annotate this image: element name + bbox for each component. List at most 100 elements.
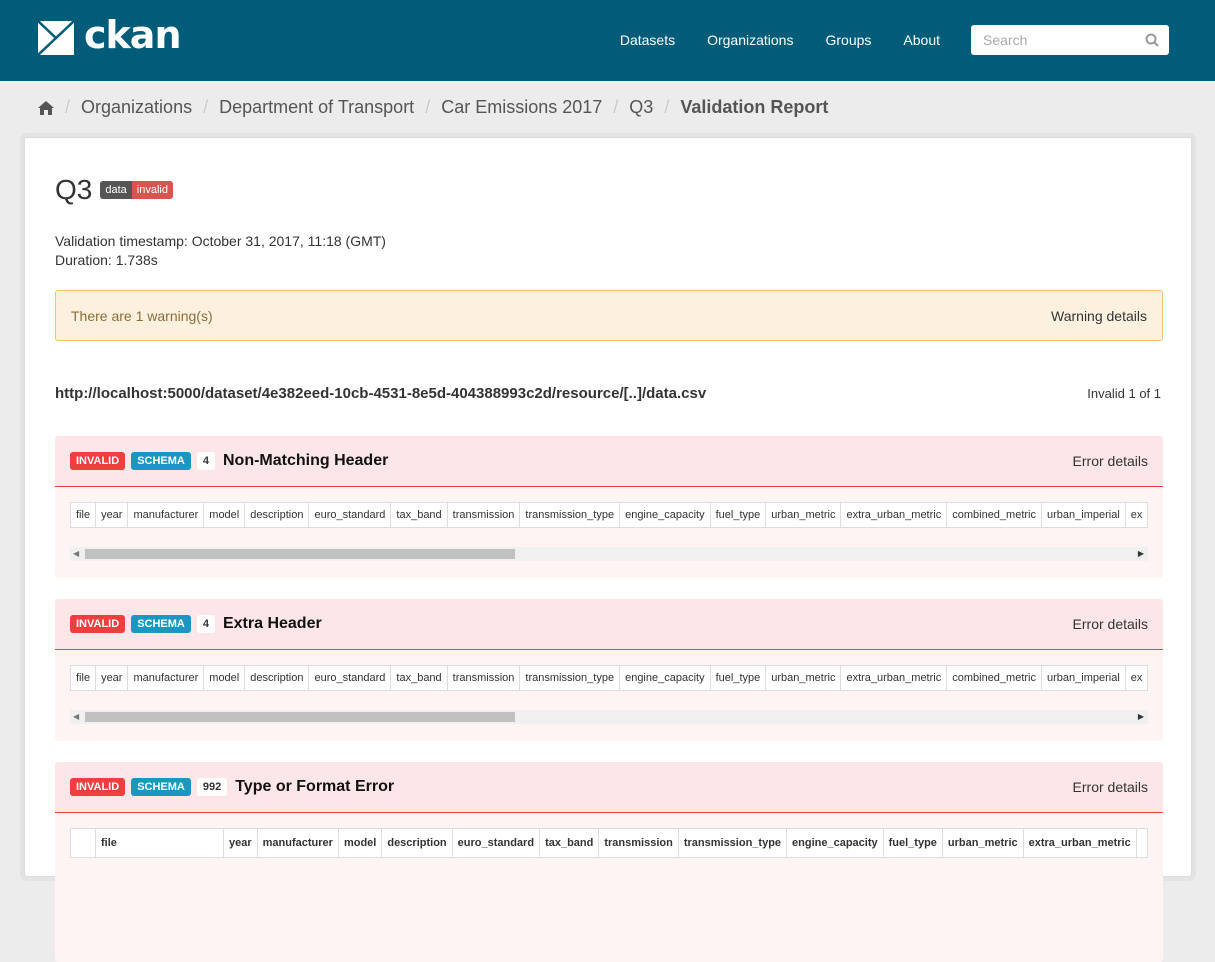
- validation-badge: data invalid: [100, 181, 173, 199]
- home-icon[interactable]: [38, 100, 54, 115]
- error-panel: INVALID SCHEMA 992 Type or Format Error …: [55, 762, 1163, 962]
- column-header: euro_standard: [308, 502, 392, 528]
- column-header: model: [203, 665, 246, 691]
- table-row: file year manufacturer model description euro…: [70, 828, 1148, 858]
- error-table: file year manufacturer model description euro…: [70, 502, 1148, 528]
- validation-timestamp: Validation timestamp: October 31, 2017, …: [55, 233, 386, 249]
- column-header: extra_urban_metric: [840, 665, 948, 691]
- main-nav: Datasets Organizations Groups About: [620, 32, 940, 48]
- search-icon[interactable]: [1145, 33, 1159, 47]
- column-header: manufacturer: [127, 665, 205, 691]
- column-header: file: [70, 665, 97, 691]
- column-header: [70, 828, 96, 858]
- schema-label: SCHEMA: [131, 615, 191, 633]
- column-header: urban_metric: [765, 665, 842, 691]
- schema-label: SCHEMA: [131, 778, 191, 796]
- nav-datasets[interactable]: Datasets: [620, 32, 675, 48]
- error-details-link[interactable]: Error details: [1073, 453, 1148, 469]
- column-header: urban_imperial: [1041, 502, 1126, 528]
- warning-message: There are 1 warning(s): [71, 307, 213, 324]
- horizontal-scrollbar[interactable]: ◀ ▶: [70, 710, 1148, 724]
- column-header: tax_band: [539, 828, 600, 858]
- breadcrumb-organizations[interactable]: Organizations: [81, 97, 192, 118]
- breadcrumb-organization[interactable]: Department of Transport: [219, 97, 414, 118]
- column-header: fuel_type: [709, 665, 767, 691]
- error-table: file year manufacturer model description euro…: [70, 828, 1148, 858]
- column-header: urban_imperial: [1041, 665, 1126, 691]
- nav-about[interactable]: About: [903, 32, 940, 48]
- error-panel: INVALID SCHEMA 4 Non-Matching Header Err…: [55, 436, 1163, 578]
- invalid-label: INVALID: [70, 778, 126, 796]
- table-row: file year manufacturer model description euro…: [70, 502, 1148, 528]
- error-count: 4: [196, 615, 215, 633]
- logo-text: ckan: [84, 13, 181, 57]
- scroll-right-icon[interactable]: ▶: [1138, 547, 1144, 561]
- column-header: transmission: [446, 665, 521, 691]
- column-header: description: [244, 665, 310, 691]
- main-content: Q3 data invalid Validation timestamp: Oc…: [24, 137, 1192, 962]
- resource-url: http://localhost:5000/dataset/4e382eed-1…: [55, 385, 707, 402]
- column-header: ex: [1124, 665, 1148, 691]
- scroll-right-icon[interactable]: ▶: [1138, 710, 1144, 724]
- column-header: euro_standard: [451, 828, 541, 858]
- column-header: combined_metric: [946, 665, 1042, 691]
- error-count: 992: [196, 778, 228, 796]
- masthead: ckan Datasets Organizations Groups About: [0, 0, 1215, 81]
- column-header: manufacturer: [256, 828, 339, 858]
- ckan-logo[interactable]: ckan: [38, 13, 181, 57]
- column-header: tax_band: [390, 665, 448, 691]
- horizontal-scrollbar[interactable]: ◀ ▶: [70, 547, 1148, 561]
- invalid-label: INVALID: [70, 615, 126, 633]
- error-panel: INVALID SCHEMA 4 Extra Header Error deta…: [55, 599, 1163, 741]
- error-table: file year manufacturer model description euro…: [70, 665, 1148, 691]
- column-header: transmission: [598, 828, 679, 858]
- validation-duration: Duration: 1.738s: [55, 252, 158, 268]
- search-box: [971, 25, 1169, 55]
- breadcrumb: / Organizations / Department of Transport …: [38, 97, 828, 118]
- column-header: transmission_type: [519, 665, 621, 691]
- column-header: transmission: [446, 502, 521, 528]
- breadcrumb-current: Validation Report: [680, 97, 829, 117]
- schema-label: SCHEMA: [131, 452, 191, 470]
- nav-groups[interactable]: Groups: [825, 32, 871, 48]
- column-header: fuel_type: [709, 502, 767, 528]
- column-header: euro_standard: [308, 665, 392, 691]
- column-header: urban_metric: [765, 502, 842, 528]
- warning-alert: There are 1 warning(s) Warning details: [55, 290, 1163, 341]
- column-header: model: [337, 828, 383, 858]
- error-title: Non-Matching Header: [222, 452, 389, 469]
- column-header: year: [95, 665, 129, 691]
- column-header: description: [244, 502, 310, 528]
- scrollbar-thumb[interactable]: [85, 549, 515, 559]
- table-count: Invalid 1 of 1: [1087, 386, 1161, 401]
- column-header: year: [223, 828, 258, 858]
- column-header: [1135, 828, 1148, 858]
- column-header: engine_capacity: [786, 828, 884, 858]
- breadcrumb-resource[interactable]: Q3: [629, 97, 653, 118]
- column-header: file: [70, 502, 97, 528]
- invalid-label: INVALID: [70, 452, 126, 470]
- error-details-link[interactable]: Error details: [1073, 616, 1148, 632]
- warning-details-link[interactable]: Warning details: [1051, 308, 1147, 324]
- page-title: Q3: [55, 174, 93, 205]
- scrollbar-thumb[interactable]: [85, 712, 515, 722]
- scroll-left-icon[interactable]: ◀: [73, 547, 79, 561]
- column-header: year: [95, 502, 129, 528]
- badge-label: data: [100, 181, 132, 199]
- column-header: manufacturer: [127, 502, 205, 528]
- column-header: extra_urban_metric: [1022, 828, 1137, 858]
- column-header: transmission_type: [519, 502, 621, 528]
- column-header: engine_capacity: [619, 665, 711, 691]
- column-header: engine_capacity: [619, 502, 711, 528]
- error-title: Type or Format Error: [235, 778, 395, 795]
- column-header: fuel_type: [882, 828, 943, 858]
- breadcrumb-dataset[interactable]: Car Emissions 2017: [441, 97, 602, 118]
- column-header: extra_urban_metric: [840, 502, 948, 528]
- nav-organizations[interactable]: Organizations: [707, 32, 793, 48]
- scroll-left-icon[interactable]: ◀: [73, 710, 79, 724]
- error-details-link[interactable]: Error details: [1073, 779, 1148, 795]
- column-header: transmission_type: [677, 828, 788, 858]
- error-count: 4: [196, 452, 215, 470]
- column-header: file: [95, 828, 224, 858]
- search-input[interactable]: [981, 31, 1131, 49]
